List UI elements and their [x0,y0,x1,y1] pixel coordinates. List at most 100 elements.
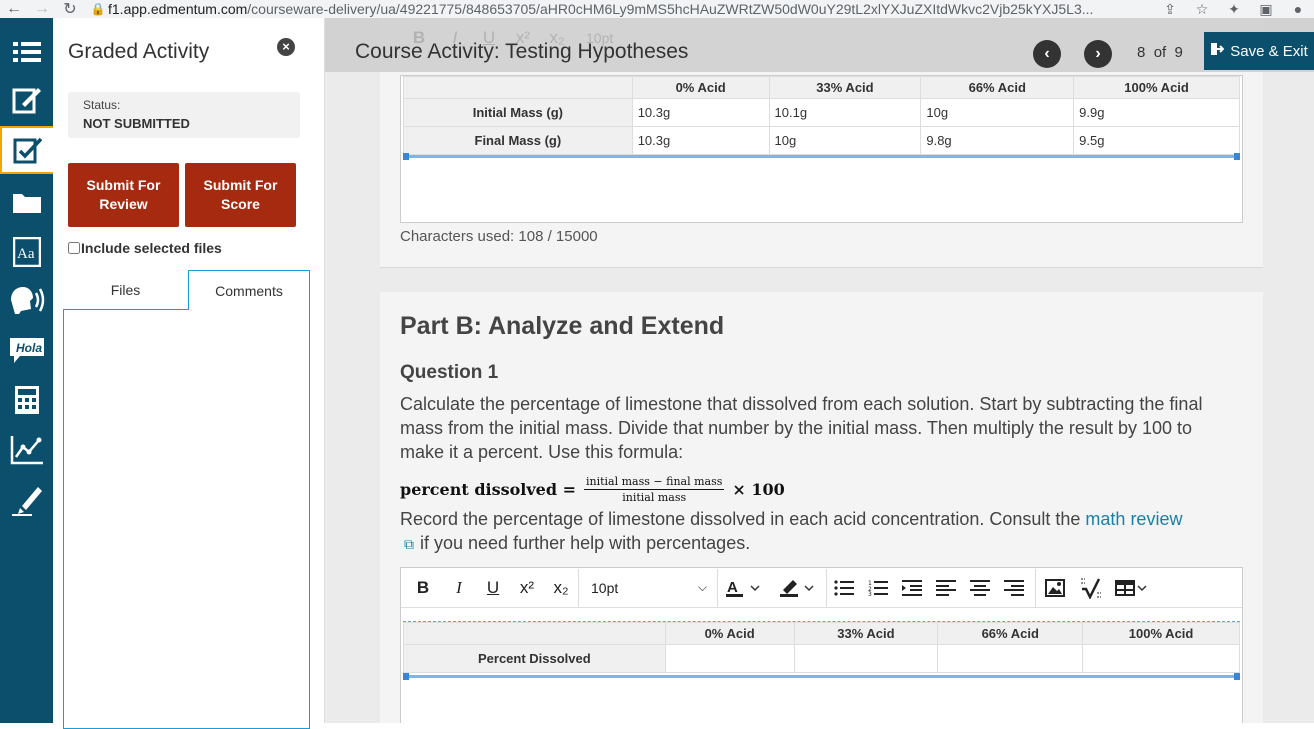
include-files-checkbox[interactable] [68,242,80,254]
formula-denominator: initial mass [622,491,687,504]
superscript-button[interactable]: x² [510,570,544,606]
page-total: 9 [1174,44,1183,61]
forward-arrow-icon[interactable]: → [28,0,56,18]
table-selection-handle[interactable] [403,153,1240,160]
page-of: of [1153,44,1167,61]
table-cell[interactable]: 10.1g [768,98,922,127]
table-row: Final Mass (g) 10.3g 10g 9.8g 9.5g [403,126,1240,155]
speech-icon[interactable] [0,276,53,324]
font-size-select[interactable]: 10pt ⌵ [579,570,717,606]
exit-icon [1210,42,1225,60]
insert-image-icon[interactable] [1036,570,1074,606]
italic-button[interactable]: I [442,570,476,606]
bold-button[interactable]: B [404,570,442,606]
table-cell[interactable]: 10.3g [631,126,770,155]
answer-editor[interactable]: B I U x² x₂ 10pt ⌵ A 1 2 3 0% Acid 33% A… [400,567,1243,723]
course-header: B I U x² x₂ 10pt Course Activity: Testin… [325,18,1314,72]
panel-title: Graded Activity [68,40,210,63]
answer-cell-100-acid[interactable] [1082,644,1240,673]
svg-text:Aa: Aa [17,246,35,262]
graded-activity-panel: Graded Activity × Status: NOT SUBMITTED … [53,18,325,729]
page-title: Course Activity: Testing Hypotheses [355,40,689,63]
hola-translate-icon[interactable]: Hola [0,326,53,374]
table-cell[interactable]: 9.8g [920,126,1075,155]
menu-icon[interactable] [0,28,53,76]
underline-button[interactable]: U [476,570,510,606]
reload-icon[interactable]: ↻ [56,0,84,19]
external-link-icon[interactable]: ⧉ [404,536,414,552]
edit-notes-icon[interactable] [0,76,53,124]
save-and-exit-button[interactable]: Save & Exit [1204,32,1314,70]
table-header-cell: 100% Acid [1073,76,1240,99]
profile-icon[interactable]: ● [1282,1,1314,17]
part-a-editor[interactable]: 0% Acid 33% Acid 66% Acid 100% Acid Init… [400,75,1243,223]
table-header-cell [403,76,633,99]
highlight-color-button[interactable] [772,570,826,606]
table-cell[interactable]: 9.5g [1073,126,1240,155]
font-size-value: 10pt [591,579,619,596]
math-review-link[interactable]: math review [1085,509,1182,529]
svg-text:3: 3 [868,591,872,596]
table-header-cell: 66% Acid [937,622,1084,645]
table-header-cell: 0% Acid [664,622,795,645]
answer-cell-0-acid[interactable] [664,644,795,673]
comments-panel[interactable] [63,309,310,729]
row-label: Initial Mass (g) [403,98,633,127]
url-path: /courseware-delivery/ua/49221775/8486537… [247,1,1094,17]
page-indicator: 8 of 9 [1137,44,1183,61]
table-header-cell: 100% Acid [1082,622,1240,645]
table-header-cell: 66% Acid [920,76,1075,99]
table-cell[interactable]: 10g [768,126,922,155]
dictionary-icon[interactable]: Aa [0,228,53,276]
text-color-button[interactable]: A [718,570,772,606]
align-right-icon[interactable] [997,570,1031,606]
include-files-option[interactable]: Include selected files [68,240,222,256]
table-selection-handle[interactable] [403,673,1240,680]
graded-activity-icon[interactable] [0,126,53,174]
row-label: Percent Dissolved [403,644,666,673]
graph-icon[interactable] [0,426,53,474]
table-header-row: 0% Acid 33% Acid 66% Acid 100% Acid [403,622,1240,645]
back-arrow-icon[interactable]: ← [0,0,28,18]
question-instructions: Calculate the percentage of limestone th… [400,394,1203,462]
insert-table-icon[interactable] [1108,570,1154,606]
table-cell[interactable]: 10.3g [631,98,770,127]
previous-page-button[interactable]: ‹ [1033,40,1061,68]
row-label: Final Mass (g) [403,126,633,155]
table-header-cell: 0% Acid [631,76,770,99]
answer-cell-33-acid[interactable] [793,644,939,673]
star-icon[interactable]: ☆ [1186,1,1218,18]
close-icon[interactable]: × [277,38,295,56]
submit-for-score-button[interactable]: Submit For Score [185,163,296,227]
table-header-cell: 33% Acid [768,76,922,99]
svg-text:A: A [727,579,738,596]
submit-for-review-button[interactable]: Submit For Review [68,163,179,227]
answer-cell-66-acid[interactable] [937,644,1084,673]
indent-icon[interactable] [895,570,929,606]
bullet-list-icon[interactable] [827,570,861,606]
table-header-row: 0% Acid 33% Acid 66% Acid 100% Acid [403,76,1240,99]
percent-dissolved-table: 0% Acid 33% Acid 66% Acid 100% Acid Perc… [403,622,1240,673]
table-cell[interactable]: 10g [920,98,1075,127]
share-icon[interactable]: ⇪ [1154,1,1186,18]
highlighter-icon[interactable] [0,476,53,524]
tab-files[interactable]: Files [63,270,188,310]
subscript-button[interactable]: x₂ [544,570,578,606]
calculator-icon[interactable] [0,376,53,424]
equation-icon[interactable] [1074,570,1108,606]
table-cell[interactable]: 9.9g [1073,98,1240,127]
main-content: 0% Acid 33% Acid 66% Acid 100% Acid Init… [325,18,1314,723]
record-tail: if you need further help with percentage… [420,533,751,553]
tab-comments[interactable]: Comments [188,270,310,310]
align-center-icon[interactable] [963,570,997,606]
part-b-title: Part B: Analyze and Extend [400,312,725,340]
formula-numerator: initial mass − final mass [583,475,725,490]
extensions-icon[interactable]: ✦ [1218,1,1250,18]
align-left-icon[interactable] [929,570,963,606]
next-page-button[interactable]: › [1084,40,1112,68]
lock-icon: 🔒 [90,2,106,16]
sidepanel-icon[interactable]: ▣ [1250,1,1282,18]
address-bar[interactable]: f1.app.edmentum.com/courseware-delivery/… [108,1,1154,17]
folder-icon[interactable] [0,178,53,226]
numbered-list-icon[interactable]: 123 [861,570,895,606]
